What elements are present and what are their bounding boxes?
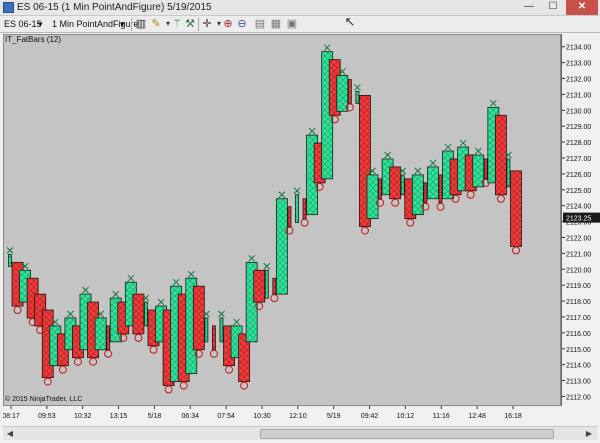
draw-tool-icon[interactable]: ⚒ [184,18,196,30]
time-tick-label: 10:30 [253,413,271,420]
zoom-in-icon[interactable]: ⊕ [222,18,234,30]
price-tick-label: 2116.00 [566,331,591,338]
time-tick-label: 06:34 [182,413,200,420]
data-box-icon[interactable]: ▦ [270,18,282,30]
price-tick-label: 2120.00 [566,267,591,274]
price-tick-label: 2113.00 [566,379,591,386]
copyright-text: © 2015 NinjaTrader, LLC [5,396,83,403]
interval-selector[interactable]: 1 Min PointAndFigure [52,18,139,31]
mouse-cursor-icon: ↖ [344,14,356,29]
scroll-right-icon[interactable]: ▶ [583,428,595,440]
price-bar [494,114,507,203]
price-bar [389,166,402,207]
scroll-thumb[interactable] [260,429,554,439]
price-axis[interactable]: 2112.00 2113.00 2114.00 2115.00 2116.00 2117.… [561,34,600,406]
time-tick-label: 08:17 [3,413,20,420]
price-axis-labels: 2112.00 2113.00 2114.00 2115.00 2116.00 2117.… [562,45,600,401]
price-bar [192,285,205,358]
price-tick-label: 2127.00 [566,156,591,163]
chart-toolbar: ES 06-15 ▾ 1 Min PointAndFigure ▾ ▥ ✎ ▾ … [0,14,600,33]
window-title: ES 06-15 (1 Min PointAndFigure) 5/19/201… [17,2,212,13]
time-tick-label: 12:10 [289,413,307,420]
price-tick-label: 2119.00 [566,283,591,290]
app-icon [3,2,14,13]
time-tick-label: 5/18 [148,413,162,420]
price-bar [132,293,145,342]
current-price-label: 2123.25 [566,216,591,223]
price-chart[interactable] [4,35,562,407]
price-bar [510,170,522,255]
chart-canvas[interactable] [3,34,561,406]
time-tick-label: 10:12 [397,413,415,420]
horizontal-scrollbar[interactable]: ◀ ▶ [3,426,597,440]
time-tick-label: 5/19 [327,413,341,420]
close-button[interactable]: ✕ [566,0,598,15]
interval-dropdown-icon[interactable]: ▾ [120,18,125,31]
time-tick-label: 09:53 [38,413,56,420]
time-tick-label: 11:16 [433,413,450,420]
toolbar-divider [198,18,199,31]
price-tick-label: 2134.00 [566,45,591,52]
price-tick-label: 2126.00 [566,172,591,179]
price-bar [427,159,439,200]
price-tick-label: 2112.00 [566,394,591,401]
time-tick-label: 10:32 [74,413,92,420]
pencil-icon[interactable]: ✎ [150,18,162,30]
magic-wand-icon[interactable]: ⚚ [171,18,183,30]
price-bar [472,147,485,188]
price-tick-label: 2115.00 [566,347,591,354]
price-tick-label: 2122.00 [566,235,591,242]
price-tick-label: 2131.00 [566,92,591,99]
price-bar [275,191,288,295]
price-bar [209,325,218,358]
time-tick-label: 12:48 [468,413,486,420]
bar-chart-icon[interactable]: ▥ [135,18,147,30]
price-tick-label: 2125.00 [566,188,591,195]
price-tick-label: 2132.00 [566,77,591,84]
maximize-button[interactable]: ☐ [542,0,564,15]
minimize-button[interactable]: — [518,0,540,15]
price-bar [293,187,301,223]
price-tick-label: 2128.00 [566,140,591,147]
title-bar: ES 06-15 (1 Min PointAndFigure) 5/19/201… [0,0,600,16]
time-axis-labels: 08:17 09:53 10:32 13:15 5/18 06:34 07:54 10:30 1… [2,406,522,420]
crosshair-icon[interactable]: ✛ [201,18,213,30]
indicator-label: IT_FatBars (12) [5,35,62,44]
price-tick-label: 2117.00 [566,315,591,322]
time-tick-label: 16:18 [504,413,522,420]
share-icon[interactable]: ▣ [286,18,298,30]
price-tick-label: 2114.00 [566,363,591,370]
price-tick-label: 2129.00 [566,124,591,131]
time-tick-label: 09:42 [361,413,379,420]
time-axis[interactable]: 08:17 09:53 10:32 13:15 5/18 06:34 07:54 10:30 1… [2,406,561,424]
price-tick-label: 2130.00 [566,108,591,115]
time-tick-label: 13:15 [110,413,128,420]
price-tick-label: 2121.00 [566,251,591,258]
price-tick-label: 2124.00 [566,204,591,211]
price-tick-label: 2133.00 [566,61,591,68]
properties-icon[interactable]: ▤ [254,18,266,30]
scroll-left-icon[interactable]: ◀ [4,428,16,440]
zoom-out-icon[interactable]: ⊖ [236,18,248,30]
price-tick-label: 2118.00 [566,299,591,306]
instrument-selector[interactable]: ES 06-15 [4,18,42,31]
toolbar-divider [131,18,132,31]
price-bar [366,167,379,220]
instrument-dropdown-icon[interactable]: ▾ [38,18,43,31]
time-tick-label: 07:54 [217,413,235,420]
